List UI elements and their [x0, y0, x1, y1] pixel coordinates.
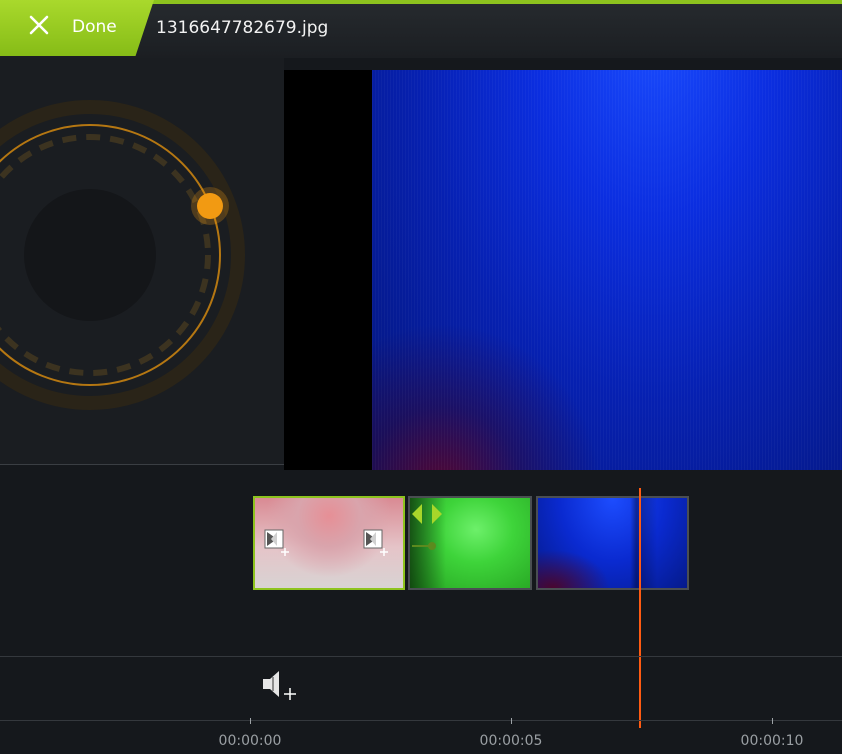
ruler-tick — [250, 718, 251, 724]
top-bar: Done 1316647782679.jpg — [0, 0, 842, 58]
add-transition-icon[interactable] — [362, 528, 390, 558]
preview-image — [372, 70, 842, 470]
jog-wheel[interactable] — [0, 58, 284, 464]
done-label: Done — [72, 17, 117, 37]
file-title: 1316647782679.jpg — [156, 18, 329, 38]
close-icon — [29, 15, 49, 35]
timeline: 00:00:00 00:00:05 00:00:10 — [0, 470, 842, 754]
done-button[interactable]: Done — [0, 0, 154, 56]
ruler-line — [0, 720, 842, 721]
add-transition-icon[interactable] — [263, 528, 291, 558]
ruler-label: 00:00:10 — [740, 733, 804, 749]
preview-area — [284, 70, 842, 470]
trim-handles-icon[interactable] — [410, 500, 450, 558]
add-audio-icon[interactable] — [260, 668, 298, 704]
ruler-tick — [511, 718, 512, 724]
panel-divider — [0, 464, 284, 465]
timeline-clip-green[interactable] — [408, 496, 532, 590]
ruler-label: 00:00:05 — [479, 733, 543, 749]
timeline-clip-blue[interactable] — [536, 496, 689, 590]
left-panel — [0, 58, 284, 464]
ruler-label: 00:00:00 — [218, 733, 282, 749]
playhead[interactable] — [639, 488, 641, 728]
ruler-tick — [772, 718, 773, 724]
timeline-clip-pink[interactable] — [253, 496, 405, 590]
row-divider — [0, 656, 842, 657]
